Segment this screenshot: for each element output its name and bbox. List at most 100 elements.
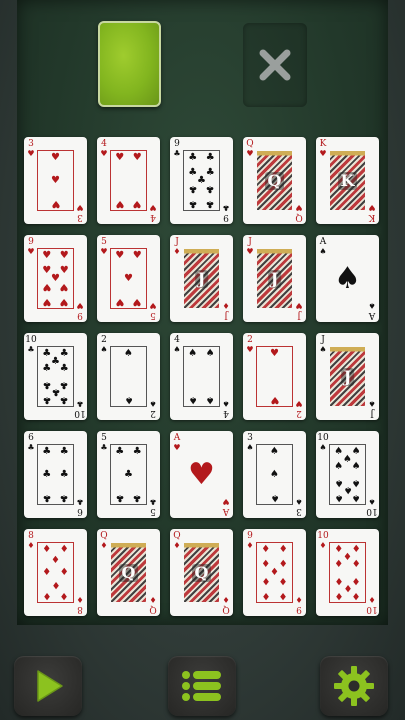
card-index: 10 ♣ <box>25 335 37 355</box>
card-rank: 10 <box>317 531 329 541</box>
playing-card[interactable]: 4 ♠ 4 ♠ ♠ ♠ ♠ ♠ <box>170 333 233 420</box>
playing-card[interactable]: Q ♦ Q ♦ Q <box>170 529 233 616</box>
card-rank: 2 <box>150 408 156 418</box>
card-index: 5 ♣ <box>147 497 159 516</box>
card-rank: 10 <box>25 335 37 345</box>
settings-button[interactable] <box>320 656 388 716</box>
face-letter: Q <box>118 563 139 582</box>
playing-card[interactable]: 9 ♣ 9 ♣ ♣ ♣ ♣ ♣ ♣ ♣ ♣ ♣ ♣ <box>170 137 233 224</box>
discard-slot[interactable] <box>243 23 307 107</box>
playing-card[interactable]: 4 ♥ 4 ♥ ♥ ♥ ♥ ♥ <box>97 137 160 224</box>
suit-pip: ♠ <box>351 446 361 458</box>
playing-card[interactable]: J ♠ J ♠ J <box>316 333 379 420</box>
card-index: Q ♥ <box>244 140 256 159</box>
card-rank: J <box>224 310 228 320</box>
suit-pip: ♠ <box>270 446 279 458</box>
suit-pip: ♥ <box>42 264 52 276</box>
card-rank: 4 <box>174 335 180 345</box>
suit-pip: ♥ <box>270 348 279 360</box>
playing-card[interactable]: Q ♥ Q ♥ Q <box>243 137 306 224</box>
card-suit: ♥ <box>149 203 157 212</box>
playing-card[interactable]: 10 ♠ 10 ♠ ♠ ♠ ♠ ♠ ♠ ♠ ♠ ♠ ♠ ♠ <box>316 431 379 518</box>
card-suit: ♠ <box>319 247 327 256</box>
card-rank: 5 <box>101 237 107 247</box>
card-index: 10 ♦ <box>366 595 378 614</box>
card-index: J ♥ <box>293 301 305 320</box>
playing-card[interactable]: J ♥ J ♥ J <box>243 235 306 322</box>
card-index: K ♥ <box>366 203 378 222</box>
suit-pip: ♣ <box>59 468 69 480</box>
face-letter: Q <box>264 171 285 190</box>
card-suit: ♠ <box>368 399 376 408</box>
card-rank: 8 <box>28 531 34 541</box>
card-index: A ♥ <box>220 497 232 516</box>
suit-pip: ♦ <box>261 558 271 570</box>
card-index: 6 ♣ <box>25 434 37 453</box>
suit-pip: ♠ <box>205 348 215 360</box>
ace-pip: ♥ <box>188 456 215 492</box>
card-suit: ♠ <box>319 443 327 452</box>
card-index: 2 ♥ <box>244 336 256 355</box>
playing-card[interactable]: K ♥ K ♥ K <box>316 137 379 224</box>
playing-card[interactable]: Q ♦ Q ♦ Q <box>97 529 160 616</box>
card-index: Q ♦ <box>147 595 159 614</box>
card-index: A ♥ <box>171 433 183 453</box>
face-letter: J <box>267 269 282 288</box>
deck-card-back[interactable] <box>98 21 161 107</box>
suit-pip: ♥ <box>51 174 60 186</box>
card-suit: ♠ <box>149 399 157 408</box>
card-rank: K <box>319 139 327 149</box>
suit-pip: ♠ <box>124 348 133 360</box>
card-index: 10 ♠ <box>366 497 378 516</box>
playing-card[interactable]: 9 ♦ 9 ♦ ♦ ♦ ♦ ♦ ♦ ♦ ♦ ♦ ♦ <box>243 529 306 616</box>
suit-pip: ♣ <box>188 183 198 195</box>
card-index: 2 ♠ <box>98 336 110 355</box>
card-index: J ♦ <box>220 301 232 320</box>
card-index: 10 ♠ <box>317 433 329 453</box>
suit-pip: ♦ <box>351 575 361 587</box>
menu-icon <box>182 671 221 701</box>
playing-card[interactable]: A ♠ A ♠ ♠ <box>316 235 379 322</box>
card-pips: ♠ ♠ ♠ <box>257 445 292 504</box>
suit-pip: ♦ <box>51 555 60 567</box>
card-rank: A <box>173 433 181 443</box>
playing-card[interactable]: J ♦ J ♦ J <box>170 235 233 322</box>
playing-card[interactable]: 3 ♥ 3 ♥ ♥ ♥ ♥ <box>24 137 87 224</box>
card-rank: 8 <box>77 604 83 614</box>
playing-card[interactable]: 3 ♠ 3 ♠ ♠ ♠ ♠ <box>243 431 306 518</box>
playing-card[interactable]: 5 ♣ 5 ♣ ♣ ♣ ♣ ♣ ♣ <box>97 431 160 518</box>
playing-card[interactable]: 9 ♥ 9 ♥ ♥ ♥ ♥ ♥ ♥ ♥ ♥ ♥ ♥ <box>24 235 87 322</box>
card-pips: ♦ ♦ ♦ ♦ ♦ ♦ ♦ ♦ ♦ <box>257 543 292 602</box>
card-index: Q ♦ <box>98 532 110 551</box>
suit-pip: ♣ <box>188 152 198 164</box>
card-index: 3 ♥ <box>25 140 37 159</box>
card-rank: 9 <box>296 604 302 614</box>
card-suit: ♥ <box>76 301 84 310</box>
card-suit: ♣ <box>100 443 108 452</box>
playing-card[interactable]: 6 ♣ 6 ♣ ♣ ♣ ♣ ♣ ♣ ♣ <box>24 431 87 518</box>
ace-pip: ♠ <box>334 260 361 296</box>
menu-button[interactable] <box>168 656 236 716</box>
suit-pip: ♥ <box>132 197 142 209</box>
playing-card[interactable]: 10 ♣ 10 ♣ ♣ ♣ ♣ ♣ ♣ ♣ ♣ ♣ ♣ ♣ <box>24 333 87 420</box>
playing-card[interactable]: A ♥ A ♥ ♥ <box>170 431 233 518</box>
card-pips: ♣ ♣ ♣ ♣ ♣ <box>111 445 146 504</box>
card-index: A ♠ <box>317 238 329 257</box>
suit-pip: ♣ <box>205 197 215 209</box>
card-pips: ♦ ♦ ♦ ♦ ♦ ♦ ♦ ♦ ♦ ♦ <box>330 543 365 602</box>
card-rank: 10 <box>317 433 329 443</box>
suit-pip: ♣ <box>132 491 142 503</box>
playing-card[interactable]: 8 ♦ 8 ♦ ♦ ♦ ♦ ♦ ♦ ♦ ♦ ♦ <box>24 529 87 616</box>
playing-card[interactable]: 2 ♥ 2 ♥ ♥ ♥ <box>243 333 306 420</box>
playing-card[interactable]: 2 ♠ 2 ♠ ♠ ♠ <box>97 333 160 420</box>
playing-card[interactable]: 10 ♦ 10 ♦ ♦ ♦ ♦ ♦ ♦ ♦ ♦ ♦ ♦ ♦ <box>316 529 379 616</box>
card-suit: ♦ <box>76 595 84 604</box>
suit-pip: ♥ <box>51 152 60 164</box>
suit-pip: ♥ <box>115 295 125 307</box>
playing-card[interactable]: 5 ♥ 5 ♥ ♥ ♥ ♥ ♥ ♥ <box>97 235 160 322</box>
suit-pip: ♣ <box>205 152 215 164</box>
play-button[interactable] <box>14 656 82 716</box>
card-pips: ♦ ♦ ♦ ♦ ♦ ♦ ♦ ♦ <box>38 543 73 602</box>
card-suit: ♥ <box>295 203 303 212</box>
suit-pip: ♦ <box>278 544 288 556</box>
